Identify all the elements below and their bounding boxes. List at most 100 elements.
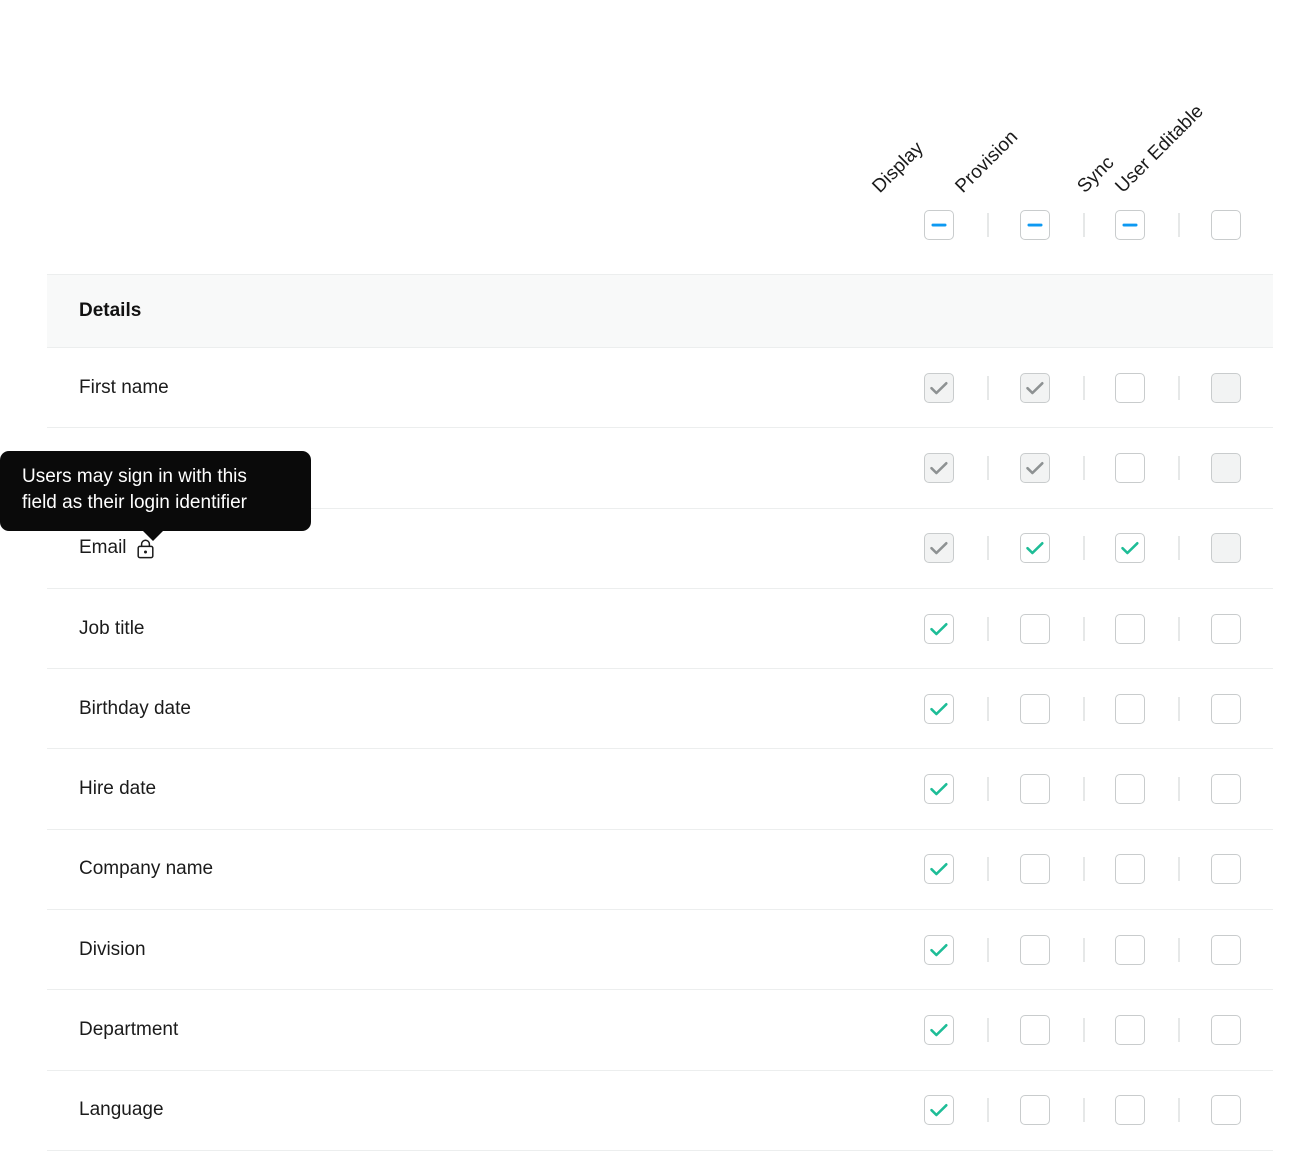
checkbox-company-name-user-editable[interactable] — [1211, 854, 1241, 884]
checkbox-hire-date-user-editable[interactable] — [1211, 774, 1241, 804]
checkbox-company-name-provision[interactable] — [1020, 854, 1050, 884]
column-separator — [1178, 456, 1180, 480]
checkbox-department-display[interactable] — [924, 1015, 954, 1045]
column-separator — [1083, 938, 1085, 962]
checkbox-language-provision[interactable] — [1020, 1095, 1050, 1125]
column-separator — [1083, 213, 1085, 237]
column-separator — [1083, 1018, 1085, 1042]
column-separator — [1178, 777, 1180, 801]
column-separator — [1083, 1098, 1085, 1122]
tooltip-arrow — [142, 530, 164, 541]
column-separator — [1083, 536, 1085, 560]
checkbox-email-display — [924, 533, 954, 563]
checkbox-division-user-editable[interactable] — [1211, 935, 1241, 965]
row-checkbox-group — [47, 589, 1273, 668]
column-header-user-editable: User Editable — [1111, 101, 1208, 198]
master-checkbox-provision[interactable] — [1020, 210, 1050, 240]
group-header-details: Details — [47, 274, 1273, 348]
row-checkbox-group — [47, 348, 1273, 427]
checkbox-job-title-provision[interactable] — [1020, 614, 1050, 644]
checkbox-department-sync[interactable] — [1115, 1015, 1145, 1045]
row-checkbox-group — [47, 910, 1273, 989]
column-separator — [987, 1018, 989, 1042]
checkbox-first-name-provision — [1020, 373, 1050, 403]
column-separator — [1178, 1098, 1180, 1122]
master-checkbox-display[interactable] — [924, 210, 954, 240]
checkbox-first-name-user-editable — [1211, 373, 1241, 403]
column-separator — [987, 456, 989, 480]
row-checkbox-group — [47, 990, 1273, 1069]
column-separator — [987, 857, 989, 881]
column-separator — [987, 536, 989, 560]
column-separator — [1178, 938, 1180, 962]
checkbox-company-name-display[interactable] — [924, 854, 954, 884]
checkbox-division-provision[interactable] — [1020, 935, 1050, 965]
table-row: Hire date — [47, 749, 1273, 829]
table-row: Job title — [47, 589, 1273, 669]
checkbox-last-name-provision — [1020, 453, 1050, 483]
column-separator — [1083, 376, 1085, 400]
checkbox-last-name-display — [924, 453, 954, 483]
login-identifier-tooltip: Users may sign in with this field as the… — [0, 451, 311, 531]
column-header-provision: Provision — [951, 127, 1022, 198]
table-row: Department — [47, 990, 1273, 1070]
table-row: Division — [47, 910, 1273, 990]
column-separator — [1178, 697, 1180, 721]
master-checkbox-user-editable[interactable] — [1211, 210, 1241, 240]
attributes-table: Details First nameEmailJob titleBirthday… — [47, 274, 1273, 1168]
checkbox-language-sync[interactable] — [1115, 1095, 1145, 1125]
row-checkbox-group — [47, 669, 1273, 748]
checkbox-birthday-date-provision[interactable] — [1020, 694, 1050, 724]
table-row — [47, 1151, 1273, 1168]
checkbox-company-name-sync[interactable] — [1115, 854, 1145, 884]
checkbox-department-provision[interactable] — [1020, 1015, 1050, 1045]
checkbox-last-name-user-editable — [1211, 453, 1241, 483]
row-checkbox-group — [47, 1151, 1273, 1168]
group-header-label: Details — [79, 300, 141, 322]
checkbox-language-user-editable[interactable] — [1211, 1095, 1241, 1125]
checkbox-email-sync[interactable] — [1115, 533, 1145, 563]
checkbox-job-title-sync[interactable] — [1115, 614, 1145, 644]
tooltip-line-1: Users may sign in with this — [22, 464, 295, 490]
checkbox-department-user-editable[interactable] — [1211, 1015, 1241, 1045]
checkbox-language-display[interactable] — [924, 1095, 954, 1125]
table-row: Birthday date — [47, 669, 1273, 749]
checkbox-email-provision[interactable] — [1020, 533, 1050, 563]
checkbox-division-display[interactable] — [924, 935, 954, 965]
column-separator — [1083, 857, 1085, 881]
checkbox-hire-date-provision[interactable] — [1020, 774, 1050, 804]
checkbox-birthday-date-display[interactable] — [924, 694, 954, 724]
checkbox-first-name-sync[interactable] — [1115, 373, 1145, 403]
checkbox-birthday-date-user-editable[interactable] — [1211, 694, 1241, 724]
column-separator — [1083, 697, 1085, 721]
column-header-area: Display Provision SyncUser Editable — [0, 0, 1310, 270]
column-separator — [1083, 777, 1085, 801]
table-row: Language — [47, 1071, 1273, 1151]
column-separator — [987, 938, 989, 962]
column-separator — [987, 213, 989, 237]
column-separator — [1178, 213, 1180, 237]
column-header-display: Display — [868, 138, 928, 198]
checkbox-hire-date-sync[interactable] — [1115, 774, 1145, 804]
column-separator — [987, 777, 989, 801]
column-separator — [1178, 1018, 1180, 1042]
tooltip-line-2: field as their login identifier — [22, 490, 295, 516]
checkbox-job-title-display[interactable] — [924, 614, 954, 644]
checkbox-job-title-user-editable[interactable] — [1211, 614, 1241, 644]
checkbox-email-user-editable — [1211, 533, 1241, 563]
checkbox-division-sync[interactable] — [1115, 935, 1145, 965]
checkbox-hire-date-display[interactable] — [924, 774, 954, 804]
master-checkbox-row — [0, 210, 1310, 246]
master-checkbox-sync[interactable] — [1115, 210, 1145, 240]
row-checkbox-group — [47, 749, 1273, 828]
column-separator — [1083, 456, 1085, 480]
column-separator — [987, 617, 989, 641]
table-row: Company name — [47, 830, 1273, 910]
column-separator — [1178, 857, 1180, 881]
checkbox-birthday-date-sync[interactable] — [1115, 694, 1145, 724]
row-checkbox-group — [47, 1071, 1273, 1150]
column-header-sync: Sync — [1073, 152, 1119, 198]
column-separator — [1178, 376, 1180, 400]
checkbox-last-name-sync[interactable] — [1115, 453, 1145, 483]
column-separator — [987, 697, 989, 721]
